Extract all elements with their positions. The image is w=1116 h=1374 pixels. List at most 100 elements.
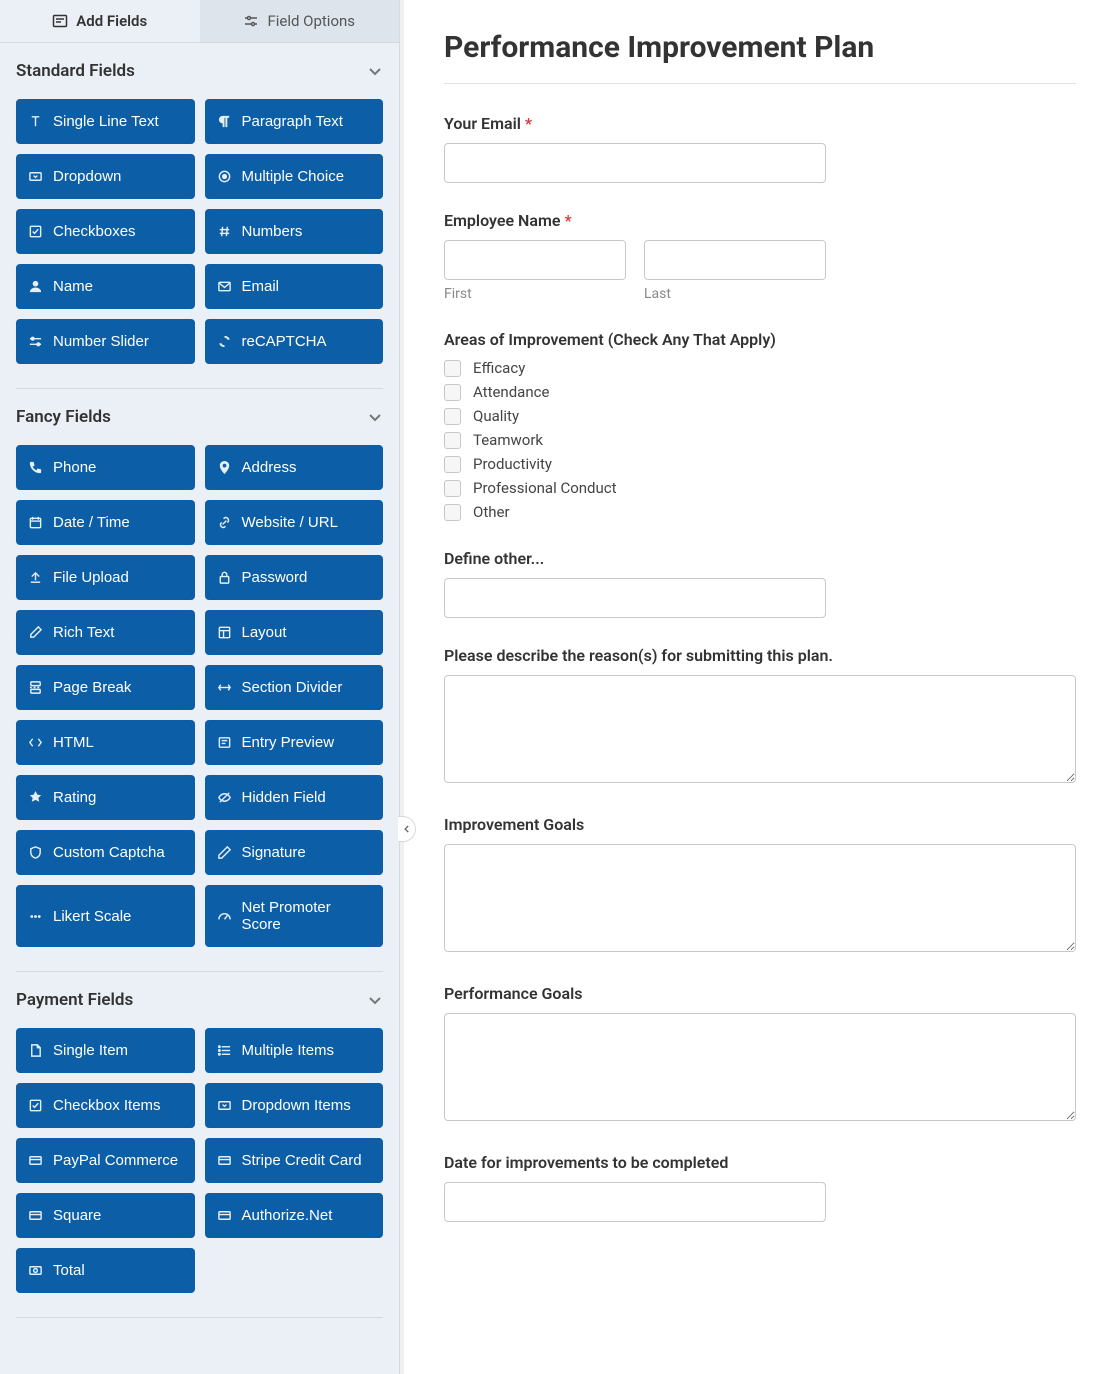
card-icon [217, 1208, 232, 1223]
field-stripe-credit-card[interactable]: Stripe Credit Card [205, 1138, 384, 1183]
field-label: Define other... [444, 549, 1076, 568]
money-icon [28, 1263, 43, 1278]
field-file-upload[interactable]: File Upload [16, 555, 195, 600]
field-password[interactable]: Password [205, 555, 384, 600]
field-entry-preview[interactable]: Entry Preview [205, 720, 384, 765]
calendar-icon [28, 515, 43, 530]
checkbox-icon [444, 408, 461, 425]
define-other-input[interactable] [444, 578, 826, 618]
first-name-input[interactable] [444, 240, 626, 280]
section-header-fancy[interactable]: Fancy Fields [16, 407, 383, 433]
field-layout[interactable]: Layout [205, 610, 384, 655]
field-signature[interactable]: Signature [205, 830, 384, 875]
required-asterisk: * [564, 211, 571, 230]
field-label: Your Email * [444, 114, 1076, 133]
field-single-item[interactable]: Single Item [16, 1028, 195, 1073]
field-rating[interactable]: Rating [16, 775, 195, 820]
email-input[interactable] [444, 143, 826, 183]
check-item[interactable]: Professional Conduct [444, 479, 1076, 497]
field-name[interactable]: Name [16, 264, 195, 309]
field-label: Employee Name * [444, 211, 1076, 230]
eye-off-icon [217, 790, 232, 805]
check-item[interactable]: Quality [444, 407, 1076, 425]
field-reason: Please describe the reason(s) for submit… [444, 646, 1076, 787]
field-grid-fancy: Phone Address Date / Time Website / URL … [16, 445, 383, 947]
check-item[interactable]: Other [444, 503, 1076, 521]
check-item[interactable]: Productivity [444, 455, 1076, 473]
field-rich-text[interactable]: Rich Text [16, 610, 195, 655]
recaptcha-icon [217, 334, 232, 349]
text-icon [28, 114, 43, 129]
field-dropdown-items[interactable]: Dropdown Items [205, 1083, 384, 1128]
check-item[interactable]: Attendance [444, 383, 1076, 401]
field-total[interactable]: Total [16, 1248, 195, 1293]
checkbox-list: Efficacy Attendance Quality Teamwork Pro… [444, 359, 1076, 521]
last-name-input[interactable] [644, 240, 826, 280]
lock-icon [217, 570, 232, 585]
required-asterisk: * [525, 114, 532, 133]
performance-goals-textarea[interactable] [444, 1013, 1076, 1121]
card-icon [28, 1153, 43, 1168]
checkbox-icon [444, 504, 461, 521]
field-paragraph-text[interactable]: Paragraph Text [205, 99, 384, 144]
field-likert-scale[interactable]: Likert Scale [16, 885, 195, 947]
field-checkbox-items[interactable]: Checkbox Items [16, 1083, 195, 1128]
field-define-other: Define other... [444, 549, 1076, 618]
phone-icon [28, 460, 43, 475]
field-website-url[interactable]: Website / URL [205, 500, 384, 545]
page-break-icon [28, 680, 43, 695]
field-hidden-field[interactable]: Hidden Field [205, 775, 384, 820]
field-date-time[interactable]: Date / Time [16, 500, 195, 545]
checkbox-icon [444, 432, 461, 449]
field-checkboxes[interactable]: Checkboxes [16, 209, 195, 254]
section-title: Payment Fields [16, 990, 133, 1010]
field-paypal-commerce[interactable]: PayPal Commerce [16, 1138, 195, 1183]
field-custom-captcha[interactable]: Custom Captcha [16, 830, 195, 875]
field-multiple-items[interactable]: Multiple Items [205, 1028, 384, 1073]
form-icon [52, 13, 68, 29]
field-employee-name: Employee Name * First Last [444, 211, 1076, 302]
check-item[interactable]: Teamwork [444, 431, 1076, 449]
field-net-promoter-score[interactable]: Net Promoter Score [205, 885, 384, 947]
section-header-payment[interactable]: Payment Fields [16, 990, 383, 1016]
field-square[interactable]: Square [16, 1193, 195, 1238]
field-authorize-net[interactable]: Authorize.Net [205, 1193, 384, 1238]
gauge-icon [217, 909, 232, 924]
tab-label: Add Fields [76, 12, 147, 30]
checkbox-icon [444, 384, 461, 401]
section-payment-fields: Payment Fields Single Item Multiple Item… [0, 972, 399, 1301]
field-numbers[interactable]: Numbers [205, 209, 384, 254]
improvement-goals-textarea[interactable] [444, 844, 1076, 952]
field-your-email: Your Email * [444, 114, 1076, 183]
checkbox-icon [444, 456, 461, 473]
section-title: Fancy Fields [16, 407, 111, 427]
field-performance-goals: Performance Goals [444, 984, 1076, 1125]
date-input[interactable] [444, 1182, 826, 1222]
tab-field-options[interactable]: Field Options [200, 0, 400, 42]
sidebar-tabs: Add Fields Field Options [0, 0, 399, 43]
check-item[interactable]: Efficacy [444, 359, 1076, 377]
field-page-break[interactable]: Page Break [16, 665, 195, 710]
field-recaptcha[interactable]: reCAPTCHA [205, 319, 384, 364]
field-dropdown[interactable]: Dropdown [16, 154, 195, 199]
field-section-divider[interactable]: Section Divider [205, 665, 384, 710]
field-html[interactable]: HTML [16, 720, 195, 765]
field-address[interactable]: Address [205, 445, 384, 490]
field-number-slider[interactable]: Number Slider [16, 319, 195, 364]
field-label: Areas of Improvement (Check Any That App… [444, 330, 1076, 349]
section-header-standard[interactable]: Standard Fields [16, 61, 383, 87]
shield-icon [28, 845, 43, 860]
field-single-line-text[interactable]: Single Line Text [16, 99, 195, 144]
radio-icon [217, 169, 232, 184]
tab-add-fields[interactable]: Add Fields [0, 0, 200, 42]
code-icon [28, 735, 43, 750]
chevron-left-icon [402, 824, 412, 834]
star-icon [28, 790, 43, 805]
reason-textarea[interactable] [444, 675, 1076, 783]
section-title: Standard Fields [16, 61, 135, 81]
field-email[interactable]: Email [205, 264, 384, 309]
preview-icon [217, 735, 232, 750]
field-multiple-choice[interactable]: Multiple Choice [205, 154, 384, 199]
card-icon [28, 1208, 43, 1223]
field-phone[interactable]: Phone [16, 445, 195, 490]
